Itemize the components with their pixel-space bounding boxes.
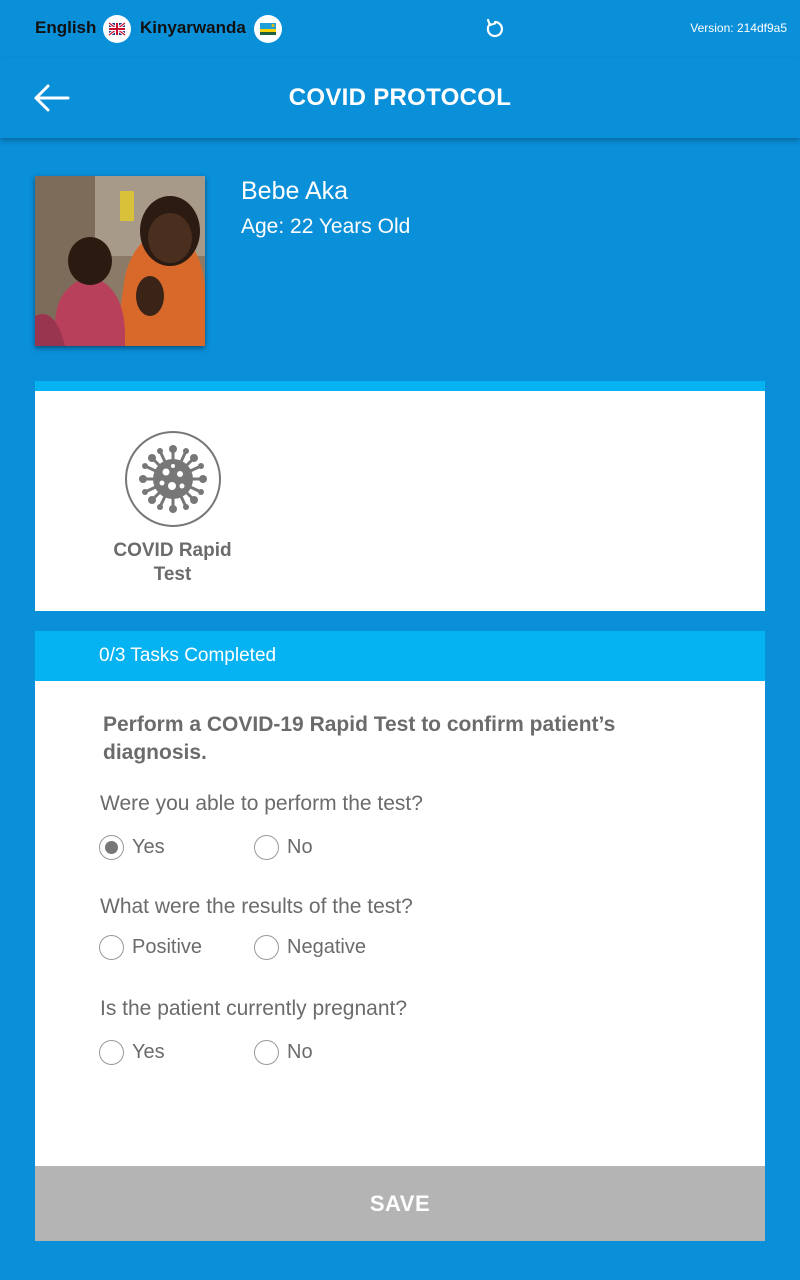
uk-flag-icon[interactable] <box>103 15 131 43</box>
task-card: 0/3 Tasks Completed Perform a COVID-19 R… <box>35 631 765 1241</box>
radio-performed-no[interactable]: No <box>254 835 313 860</box>
radio-label: No <box>287 836 313 858</box>
rwanda-flag-icon[interactable] <box>254 15 282 43</box>
covid-rapid-test-label: COVID Rapid Test <box>113 540 232 585</box>
language-kinyarwanda[interactable]: Kinyarwanda <box>140 18 246 38</box>
question-pregnant: Is the patient currently pregnant? <box>100 997 408 1020</box>
patient-name: Bebe Aka <box>241 177 349 205</box>
version-label: Version: 214df9a5 <box>690 21 787 35</box>
radio-label: Negative <box>287 936 366 958</box>
covid-rapid-test-item[interactable]: COVID Rapid Test <box>105 431 240 587</box>
task-instruction: Perform a COVID-19 Rapid Test to confirm… <box>103 713 616 764</box>
radio-circle <box>254 935 279 960</box>
radio-circle <box>99 935 124 960</box>
radio-circle <box>99 1040 124 1065</box>
top-bar: English Kinyarwanda Version: 214df9a5 <box>0 0 800 58</box>
radio-circle <box>254 1040 279 1065</box>
refresh-icon[interactable] <box>484 18 506 40</box>
protocol-card: COVID Rapid Test <box>35 381 765 611</box>
radio-label: Yes <box>132 1041 165 1063</box>
task-status-bar: 0/3 Tasks Completed <box>35 631 765 681</box>
patient-age: Age: 22 Years Old <box>241 215 411 238</box>
radio-label: Positive <box>132 936 203 958</box>
radio-label: No <box>287 1041 313 1063</box>
page-title: COVID PROTOCOL <box>288 84 512 111</box>
radio-pregnant-no[interactable]: No <box>254 1040 313 1065</box>
virus-icon <box>124 431 221 527</box>
radio-result-positive[interactable]: Positive <box>99 935 202 960</box>
radio-circle <box>254 835 279 860</box>
question-performed-test: Were you able to perform the test? <box>100 792 423 815</box>
patient-photo <box>35 176 205 346</box>
question-test-results: What were the results of the test? <box>100 895 413 918</box>
radio-selected-dot <box>105 841 118 854</box>
task-status-text: 0/3 Tasks Completed <box>99 645 277 666</box>
save-button[interactable]: SAVE <box>35 1166 765 1241</box>
language-english[interactable]: English <box>35 18 96 38</box>
radio-result-negative[interactable]: Negative <box>254 935 366 960</box>
radio-performed-yes[interactable]: Yes <box>99 835 165 860</box>
app-header: COVID PROTOCOL <box>0 58 800 138</box>
radio-label: Yes <box>132 836 165 858</box>
radio-pregnant-yes[interactable]: Yes <box>99 1040 165 1065</box>
radio-circle <box>99 835 124 860</box>
